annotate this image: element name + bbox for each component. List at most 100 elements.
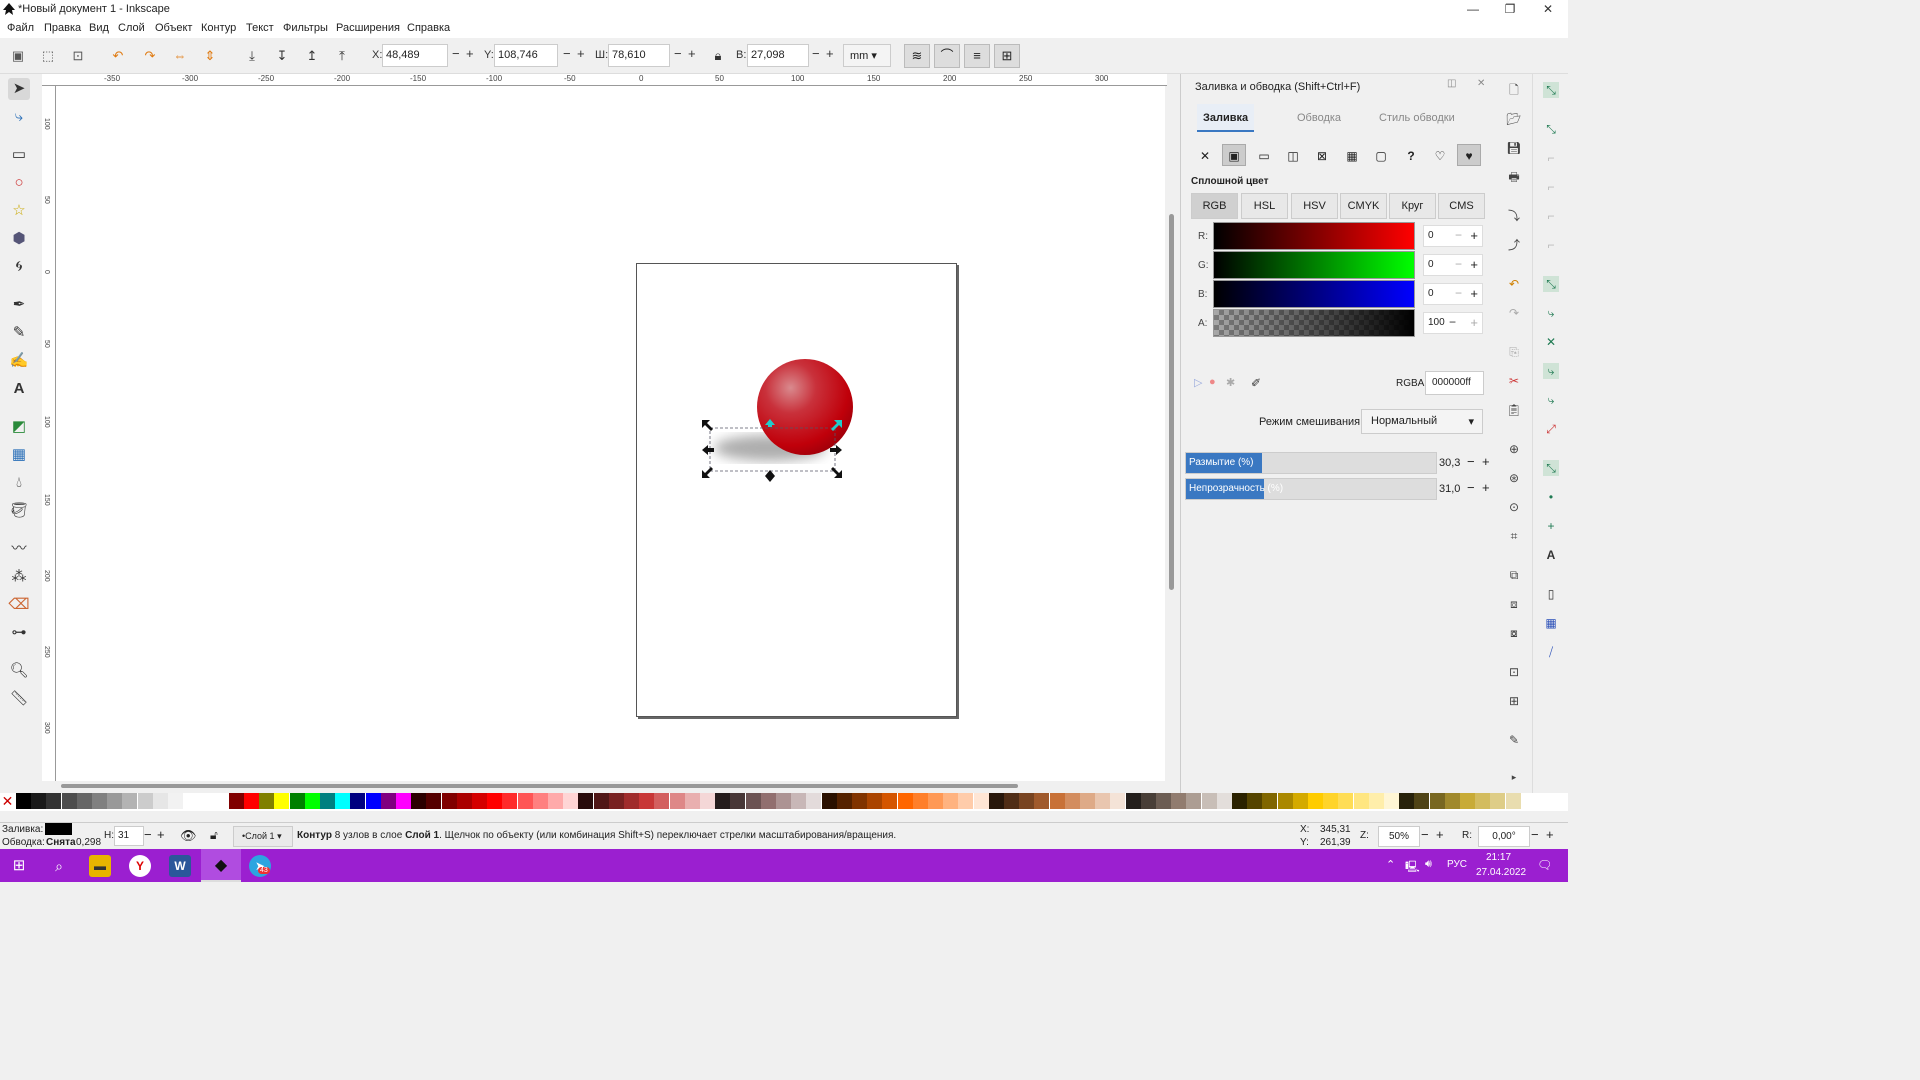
more-commands-icon[interactable]: ▸ <box>1506 769 1522 785</box>
snap-bbox-midpoints-icon[interactable]: ⌐ <box>1543 208 1559 224</box>
palette-swatch[interactable] <box>517 793 533 809</box>
raise-icon[interactable]: ↥ <box>301 46 323 66</box>
snap-page-border-icon[interactable]: ▯ <box>1543 586 1559 602</box>
paste-icon[interactable]: 📋︎ <box>1506 402 1522 418</box>
transform-patterns-icon[interactable]: ⊞ <box>994 44 1020 68</box>
scale-stroke-icon[interactable]: ≋ <box>904 44 930 68</box>
3d-box-tool-icon[interactable]: ⬢ <box>8 228 30 250</box>
tweak-tool-icon[interactable]: 〰 <box>8 538 30 560</box>
r-increment-button[interactable]: + <box>1470 228 1478 243</box>
palette-swatch[interactable] <box>912 793 928 809</box>
a-slider[interactable] <box>1213 309 1415 337</box>
blur-slider[interactable]: Размытие (%) <box>1185 452 1437 474</box>
palette-swatch[interactable] <box>1368 793 1384 809</box>
rotation-decrement-button[interactable]: − <box>1531 827 1539 842</box>
r-input[interactable]: 0 − + <box>1423 225 1483 247</box>
panel-close-icon[interactable]: ✕ <box>1477 78 1485 89</box>
b-decrement-button[interactable]: − <box>1455 286 1462 300</box>
palette-swatch[interactable] <box>1232 793 1247 809</box>
rotation-increment-button[interactable]: + <box>1546 827 1554 842</box>
palette-swatch[interactable] <box>563 793 579 809</box>
blur-decrement-button[interactable]: − <box>1467 454 1475 469</box>
clock-date[interactable]: 27.04.2022 <box>1476 867 1526 878</box>
select-all-icon[interactable]: ▣ <box>7 46 29 66</box>
menu-text[interactable]: Текст <box>246 22 274 34</box>
zoom-decrement-button[interactable]: − <box>1421 827 1429 842</box>
palette-swatch[interactable] <box>578 793 594 809</box>
lower-icon[interactable]: ↧ <box>271 46 293 66</box>
palette-swatch[interactable] <box>1277 793 1293 809</box>
palette-swatch[interactable] <box>1125 793 1141 809</box>
palette-swatch[interactable] <box>973 793 989 809</box>
width-input[interactable]: 78,610 <box>608 44 670 67</box>
star-tool-icon[interactable]: ☆ <box>8 200 30 222</box>
swatch-icon[interactable]: ▢ <box>1369 144 1393 166</box>
snap-smooth-nodes-icon[interactable]: ⤷ <box>1543 392 1559 408</box>
palette-swatch[interactable] <box>1323 793 1339 809</box>
r-slider[interactable] <box>1213 222 1415 250</box>
rotate-cw-icon[interactable]: ↷ <box>139 46 161 66</box>
panel-float-icon[interactable]: ◫ <box>1447 78 1456 89</box>
palette-swatch[interactable] <box>821 793 837 809</box>
layer-lock-icon[interactable]: 🔓︎ <box>210 828 218 843</box>
palette-swatch[interactable] <box>1490 793 1506 809</box>
fill-rule-nonzero-icon[interactable]: ♥ <box>1457 144 1481 166</box>
ungroup-icon[interactable]: ⊞ <box>1506 693 1522 709</box>
x-input[interactable]: 48,489 <box>382 44 448 67</box>
palette-swatch[interactable] <box>654 793 670 809</box>
palette-swatch[interactable] <box>228 793 244 809</box>
opacity-increment-button[interactable]: + <box>1482 480 1490 495</box>
g-increment-button[interactable]: + <box>1470 257 1478 272</box>
palette-swatch[interactable] <box>244 793 259 809</box>
yandex-browser-icon[interactable]: Y <box>129 855 151 877</box>
opacity-h-input[interactable]: 31 <box>114 826 144 846</box>
g-decrement-button[interactable]: − <box>1455 257 1462 271</box>
xml-editor-icon[interactable]: ✎ <box>1506 732 1522 748</box>
palette-swatch[interactable] <box>456 793 472 809</box>
save-icon[interactable]: 💾︎ <box>1506 140 1522 156</box>
palette-swatch[interactable] <box>183 793 199 809</box>
palette-swatch[interactable] <box>1049 793 1065 809</box>
tab-stroke-style[interactable]: Стиль обводки <box>1373 104 1461 132</box>
opacity-slider[interactable]: Непрозрачность (%) <box>1185 478 1437 500</box>
palette-swatch[interactable] <box>396 793 411 809</box>
width-decrement-button[interactable]: − <box>674 46 682 61</box>
blend-mode-select[interactable]: Нормальный ▾ <box>1361 409 1483 434</box>
palette-swatch[interactable] <box>502 793 518 809</box>
palette-swatch[interactable] <box>1353 793 1369 809</box>
palette-swatch[interactable] <box>46 793 62 809</box>
vertical-scroll-thumb[interactable] <box>1169 214 1174 590</box>
unset-paint-icon[interactable]: ? <box>1399 144 1423 166</box>
palette-swatch[interactable] <box>1247 793 1263 809</box>
palette-swatch[interactable] <box>213 793 229 809</box>
mode-cmyk-button[interactable]: CMYK <box>1340 193 1387 219</box>
palette-swatch[interactable] <box>1399 793 1415 809</box>
flip-vertical-icon[interactable]: ⇕ <box>199 46 221 66</box>
palette-swatch[interactable] <box>882 793 898 809</box>
palette-swatch[interactable] <box>198 793 214 809</box>
snap-grid-icon[interactable]: ▦ <box>1543 615 1559 631</box>
zoom-tool-icon[interactable]: 🔍︎ <box>8 660 30 682</box>
g-slider[interactable] <box>1213 251 1415 279</box>
b-input[interactable]: 0 − + <box>1423 283 1483 305</box>
cut-icon[interactable]: ✂ <box>1506 373 1522 389</box>
rectangle-tool-icon[interactable]: ▭ <box>8 144 30 166</box>
duplicate-icon[interactable]: ⧉ <box>1506 567 1522 583</box>
mode-hsl-button[interactable]: HSL <box>1241 193 1288 219</box>
palette-swatch[interactable] <box>137 793 153 809</box>
palette-swatch[interactable] <box>836 793 852 809</box>
palette-swatch[interactable] <box>441 793 457 809</box>
palette-swatch[interactable] <box>365 793 381 809</box>
zoom-drawing-icon[interactable]: ⊛ <box>1506 470 1522 486</box>
tray-chevron-up-icon[interactable]: ⌃ <box>1386 858 1395 871</box>
snap-nodes-icon[interactable]: ⤡ <box>1543 276 1559 292</box>
menu-edit[interactable]: Правка <box>44 22 81 34</box>
radial-gradient-icon[interactable]: ◫ <box>1281 144 1305 166</box>
zoom-increment-button[interactable]: + <box>1436 827 1444 842</box>
group-icon[interactable]: ⊡ <box>1506 664 1522 680</box>
palette-swatch[interactable] <box>472 793 487 809</box>
snap-intersections-icon[interactable]: ✕ <box>1543 334 1559 350</box>
palette-swatch[interactable] <box>760 793 776 809</box>
opacity-h-decrement-button[interactable]: − <box>144 827 152 842</box>
palette-swatch[interactable] <box>867 793 883 809</box>
